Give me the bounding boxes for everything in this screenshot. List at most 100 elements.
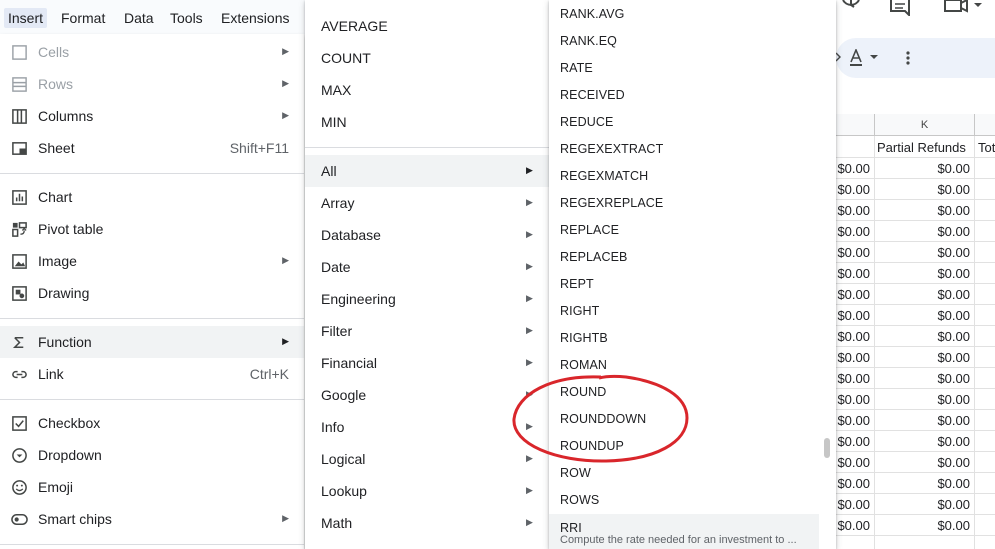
cell-k[interactable]: $0.00 bbox=[874, 452, 974, 473]
cell-j[interactable]: $0.00 bbox=[836, 389, 874, 410]
menu-item-chart[interactable]: Chart bbox=[0, 181, 304, 213]
history-icon[interactable] bbox=[840, 0, 862, 14]
function-item-rows[interactable]: ROWS bbox=[549, 486, 819, 513]
function-item-regexextract[interactable]: REGEXEXTRACT bbox=[549, 135, 819, 162]
menu-item-emoji[interactable]: Emoji bbox=[0, 471, 304, 503]
column-header-j[interactable] bbox=[836, 114, 874, 136]
function-min[interactable]: MIN bbox=[305, 106, 549, 138]
link-icon bbox=[12, 370, 27, 379]
cell-j[interactable]: $0.00 bbox=[836, 368, 874, 389]
cell-j[interactable]: $0.00 bbox=[836, 305, 874, 326]
cell-k[interactable]: $0.00 bbox=[874, 263, 974, 284]
cell-k[interactable]: $0.00 bbox=[874, 410, 974, 431]
menu-item-smart-chips[interactable]: Smart chips ▶ bbox=[0, 503, 304, 535]
function-item-reduce[interactable]: REDUCE bbox=[549, 108, 819, 135]
function-item-rri[interactable]: RRI Compute the rate needed for an inves… bbox=[549, 514, 819, 549]
menu-separator bbox=[0, 544, 304, 545]
cell-k[interactable]: $0.00 bbox=[874, 389, 974, 410]
submenu-arrow-icon: ▶ bbox=[526, 197, 533, 207]
meet-icon[interactable] bbox=[943, 0, 987, 14]
function-max[interactable]: MAX bbox=[305, 74, 549, 106]
submenu-arrow-icon: ▶ bbox=[282, 78, 289, 88]
cell-k[interactable]: $0.00 bbox=[874, 158, 974, 179]
cell-k[interactable]: $0.00 bbox=[874, 494, 974, 515]
header-cell-total[interactable]: Tot bbox=[975, 137, 995, 158]
cell-k[interactable]: $0.00 bbox=[874, 473, 974, 494]
cell-k[interactable]: $0.00 bbox=[874, 347, 974, 368]
cell-j[interactable]: $0.00 bbox=[836, 242, 874, 263]
menu-item-cells[interactable]: Cells ▶ bbox=[0, 36, 304, 68]
menu-item-link[interactable]: Link Ctrl+K bbox=[0, 358, 304, 390]
menu-item-sheet[interactable]: Sheet Shift+F11 bbox=[0, 132, 304, 164]
function-item-replace[interactable]: REPLACE bbox=[549, 216, 819, 243]
text-color-icon[interactable] bbox=[849, 49, 881, 67]
function-item-received[interactable]: RECEIVED bbox=[549, 81, 819, 108]
cell-j[interactable]: $0.00 bbox=[836, 221, 874, 242]
category-all[interactable]: All ▶ bbox=[305, 155, 549, 187]
category-array[interactable]: Array ▶ bbox=[305, 187, 549, 219]
column-header-l[interactable] bbox=[974, 114, 995, 136]
cell-j[interactable]: $0.00 bbox=[836, 473, 874, 494]
function-item-replaceb[interactable]: REPLACEB bbox=[549, 243, 819, 270]
cell-j[interactable]: $0.00 bbox=[836, 326, 874, 347]
category-math[interactable]: Math ▶ bbox=[305, 507, 549, 539]
cell-j[interactable]: $0.00 bbox=[836, 158, 874, 179]
submenu-arrow-icon: ▶ bbox=[526, 165, 533, 175]
menu-item-pivot-table[interactable]: Pivot table bbox=[0, 213, 304, 245]
cell-j[interactable]: $0.00 bbox=[836, 410, 874, 431]
submenu-arrow-icon: ▶ bbox=[282, 513, 289, 523]
menu-extensions[interactable]: Extensions bbox=[221, 10, 289, 26]
comment-icon[interactable] bbox=[889, 0, 911, 16]
cell-k[interactable]: $0.00 bbox=[874, 221, 974, 242]
function-item-regexmatch[interactable]: REGEXMATCH bbox=[549, 162, 819, 189]
function-submenu: AVERAGE COUNT MAX MIN All ▶ Array ▶ Database… bbox=[305, 0, 549, 549]
menu-data[interactable]: Data bbox=[124, 10, 154, 26]
cell-k[interactable]: $0.00 bbox=[874, 200, 974, 221]
menu-tools[interactable]: Tools bbox=[170, 10, 203, 26]
cell-j[interactable]: $0.00 bbox=[836, 515, 874, 536]
function-item-regexreplace[interactable]: REGEXREPLACE bbox=[549, 189, 819, 216]
cell-j[interactable]: $0.00 bbox=[836, 452, 874, 473]
category-engineering[interactable]: Engineering ▶ bbox=[305, 283, 549, 315]
cell-j[interactable]: $0.00 bbox=[836, 263, 874, 284]
menu-item-drawing[interactable]: Drawing bbox=[0, 277, 304, 309]
header-cell-partial-refunds[interactable]: Partial Refunds bbox=[874, 137, 974, 158]
category-filter[interactable]: Filter ▶ bbox=[305, 315, 549, 347]
menu-format[interactable]: Format bbox=[61, 10, 105, 26]
menu-item-columns[interactable]: Columns ▶ bbox=[0, 100, 304, 132]
menu-item-dropdown[interactable]: Dropdown bbox=[0, 439, 304, 471]
cell-k[interactable]: $0.00 bbox=[874, 326, 974, 347]
function-item-rept[interactable]: REPT bbox=[549, 270, 819, 297]
cell-j[interactable]: $0.00 bbox=[836, 347, 874, 368]
column-header-k[interactable]: K bbox=[874, 114, 974, 136]
function-count[interactable]: COUNT bbox=[305, 42, 549, 74]
cell-j[interactable]: $0.00 bbox=[836, 179, 874, 200]
function-item-rank-eq[interactable]: RANK.EQ bbox=[549, 27, 819, 54]
menu-item-rows[interactable]: Rows ▶ bbox=[0, 68, 304, 100]
cell-k[interactable]: $0.00 bbox=[874, 242, 974, 263]
more-options-icon[interactable] bbox=[905, 51, 911, 67]
cell-k[interactable]: $0.00 bbox=[874, 305, 974, 326]
menu-item-function[interactable]: Function ▶ bbox=[0, 326, 304, 358]
cell-k[interactable]: $0.00 bbox=[874, 431, 974, 452]
cell-k[interactable]: $0.00 bbox=[874, 368, 974, 389]
function-item-right[interactable]: RIGHT bbox=[549, 297, 819, 324]
function-item-rate[interactable]: RATE bbox=[549, 54, 819, 81]
cell-j[interactable]: $0.00 bbox=[836, 200, 874, 221]
function-item-rightb[interactable]: RIGHTB bbox=[549, 324, 819, 351]
menu-item-image[interactable]: Image ▶ bbox=[0, 245, 304, 277]
cell-j[interactable]: $0.00 bbox=[836, 431, 874, 452]
cell-j[interactable]: $0.00 bbox=[836, 494, 874, 515]
scrollbar-thumb[interactable] bbox=[824, 438, 830, 458]
function-item-rank-avg[interactable]: RANK.AVG bbox=[549, 0, 819, 27]
menu-item-checkbox[interactable]: Checkbox bbox=[0, 407, 304, 439]
cell-k[interactable]: $0.00 bbox=[874, 284, 974, 305]
category-database[interactable]: Database ▶ bbox=[305, 219, 549, 251]
menu-insert[interactable]: Insert bbox=[4, 8, 48, 28]
cell-j[interactable]: $0.00 bbox=[836, 284, 874, 305]
category-date[interactable]: Date ▶ bbox=[305, 251, 549, 283]
cell-k[interactable]: $0.00 bbox=[874, 179, 974, 200]
category-lookup[interactable]: Lookup ▶ bbox=[305, 475, 549, 507]
cell-k[interactable]: $0.00 bbox=[874, 515, 974, 536]
function-average[interactable]: AVERAGE bbox=[305, 10, 549, 42]
